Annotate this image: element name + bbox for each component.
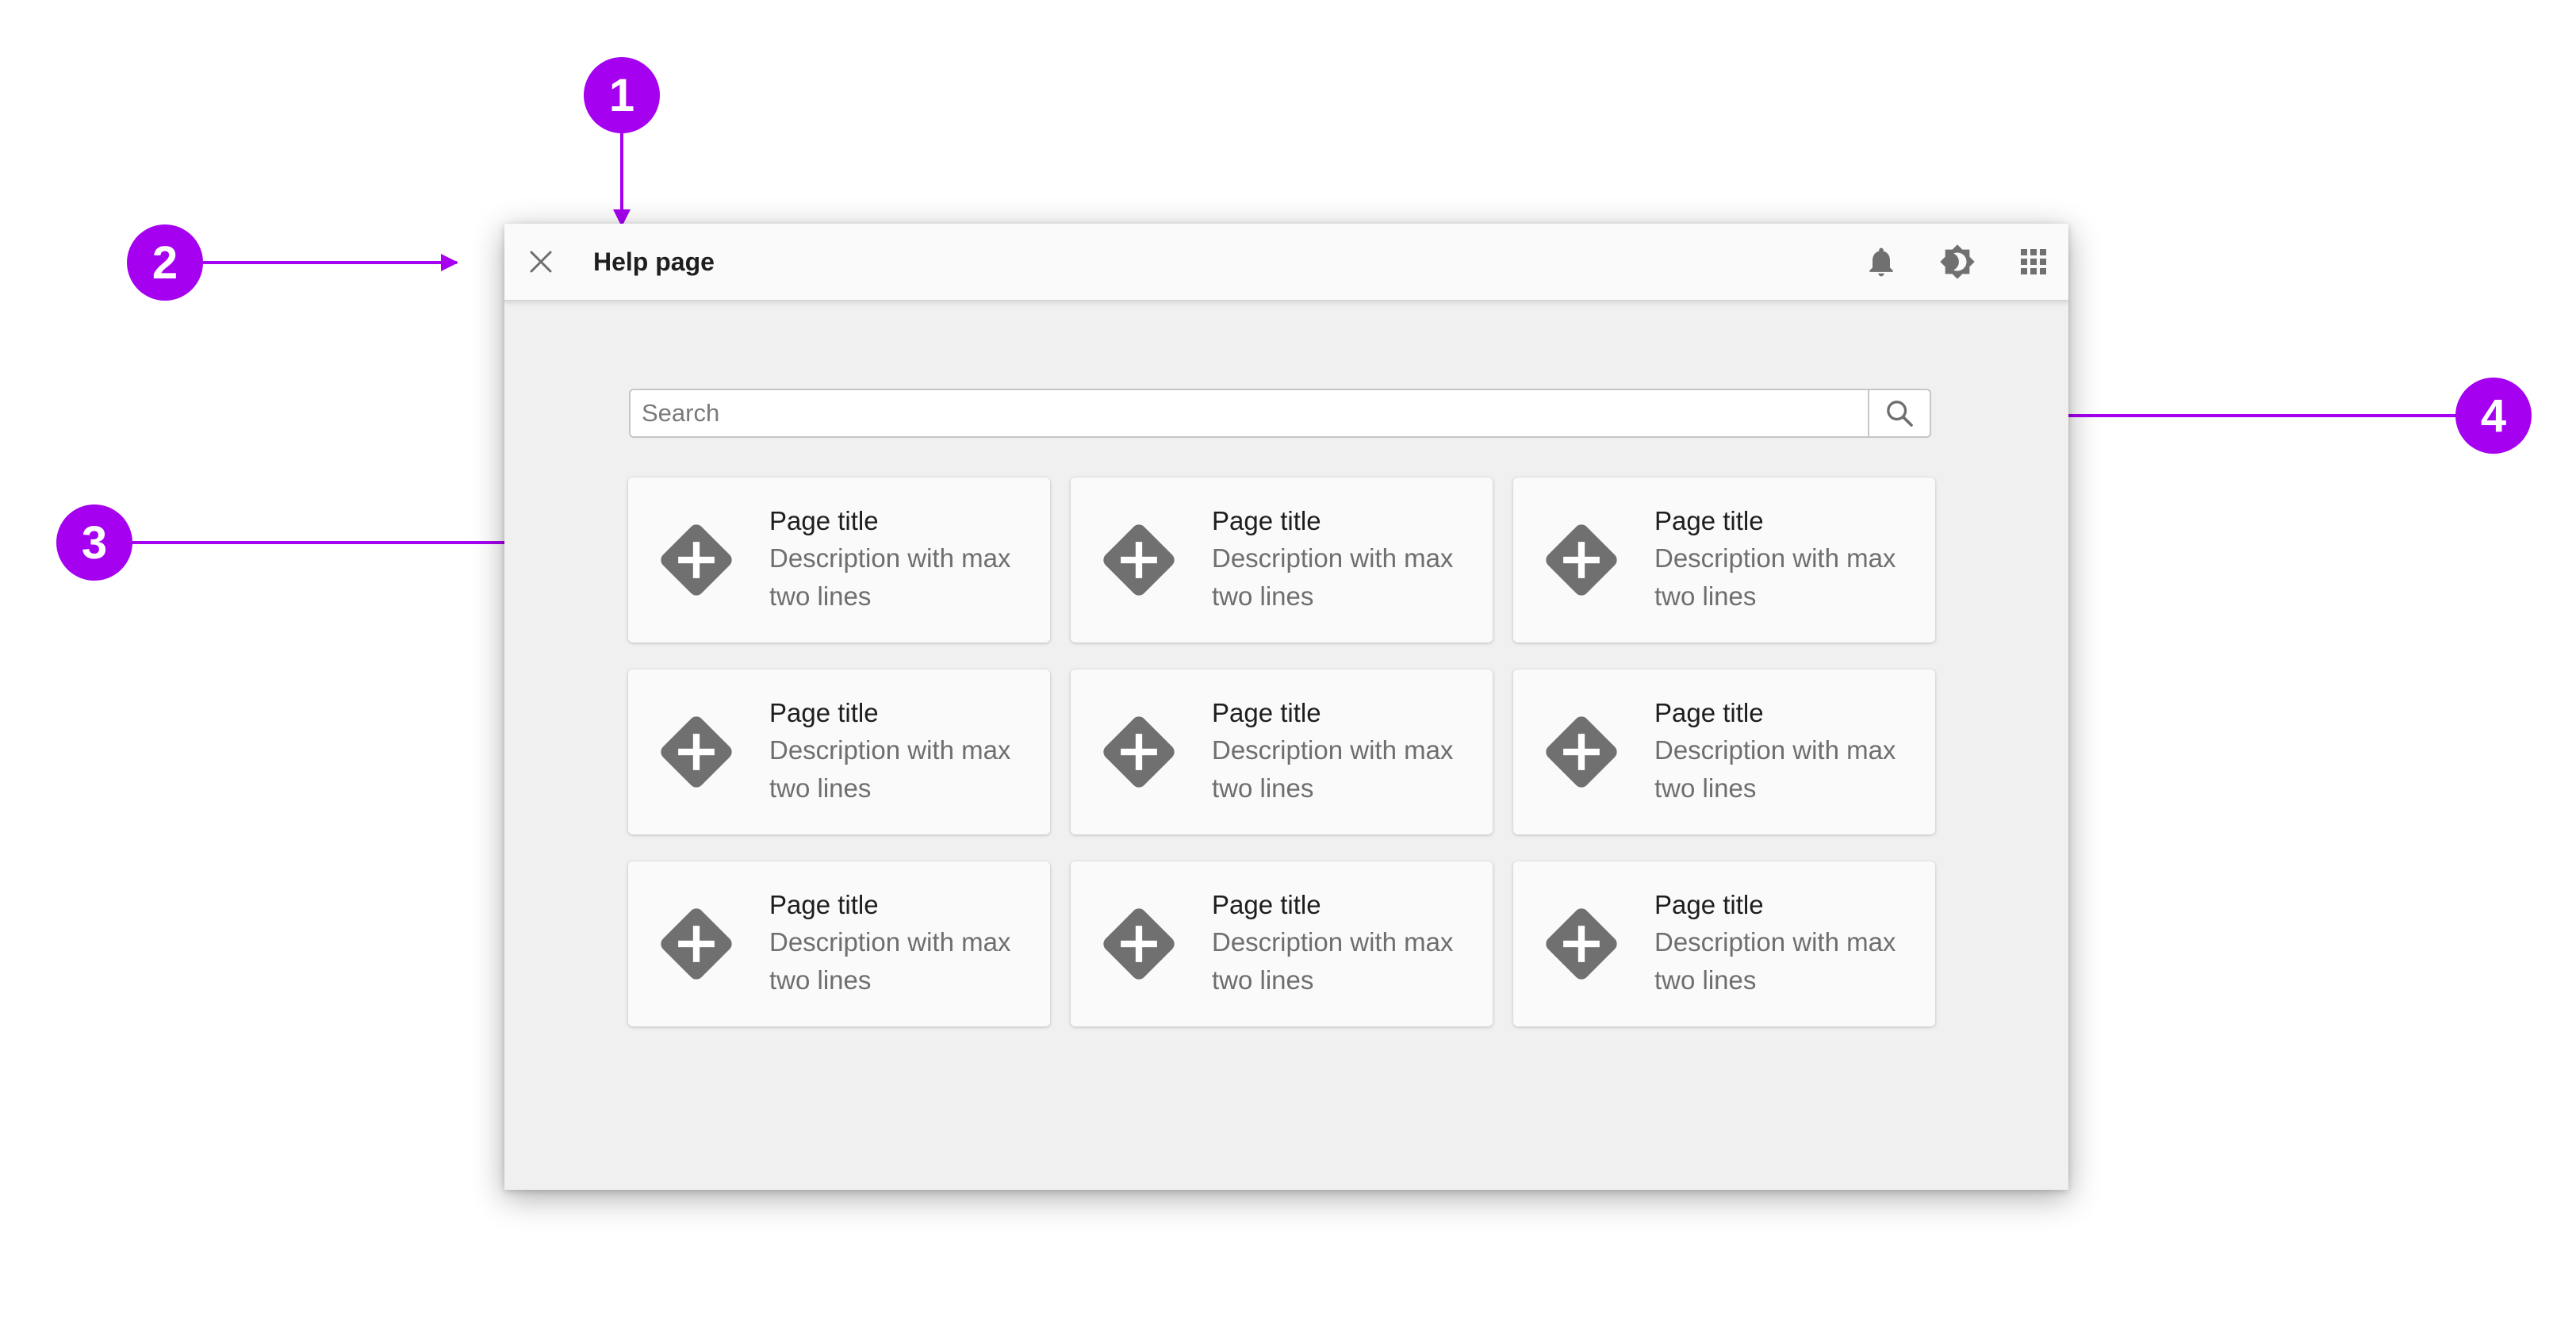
notifications-button[interactable]: [1861, 241, 1902, 282]
help-topic-tile[interactable]: Page title Description with max two line…: [1071, 861, 1493, 1026]
add-diamond-icon: [661, 716, 732, 788]
help-topic-tile[interactable]: Page title Description with max two line…: [1513, 669, 1935, 834]
tile-title: Page title: [1212, 506, 1321, 535]
callout-2-arrow: [203, 261, 457, 264]
help-topic-tile[interactable]: Page title Description with max two line…: [1513, 478, 1935, 642]
add-diamond-icon: [661, 908, 732, 980]
callout-3: 3: [56, 504, 132, 581]
app-bar: Help page: [504, 224, 2068, 301]
add-diamond-icon: [1546, 524, 1617, 596]
tile-description: Description with max two lines: [1654, 927, 1896, 995]
callout-3-arrow: [131, 541, 537, 544]
add-diamond-icon: [1546, 716, 1617, 788]
apps-grid-icon: [2021, 249, 2046, 274]
help-topic-tile[interactable]: Page title Description with max two line…: [1071, 669, 1493, 834]
tile-description: Description with max two lines: [769, 543, 1011, 611]
add-diamond-icon: [1546, 908, 1617, 980]
tile-description: Description with max two lines: [1654, 543, 1896, 611]
help-topic-tile[interactable]: Page title Description with max two line…: [1513, 861, 1935, 1026]
search-bar: [629, 389, 1931, 438]
callout-1-arrow: [620, 132, 623, 211]
search-icon: [1887, 401, 1913, 427]
help-topic-tile[interactable]: Page title Description with max two line…: [628, 669, 1050, 834]
add-diamond-icon: [661, 524, 732, 596]
tile-title: Page title: [1212, 698, 1321, 727]
tile-title: Page title: [769, 506, 879, 535]
tile-title: Page title: [769, 890, 879, 919]
tile-title: Page title: [1654, 890, 1764, 919]
brightness-icon: [1940, 244, 1975, 279]
callout-4: 4: [2455, 378, 2532, 454]
callout-2-arrowhead: [441, 254, 458, 271]
apps-button[interactable]: [2013, 241, 2054, 282]
tile-description: Description with max two lines: [1212, 735, 1454, 803]
callout-1: 1: [584, 57, 660, 133]
close-button[interactable]: [520, 241, 562, 282]
page-title: Help page: [593, 247, 715, 276]
tile-description: Description with max two lines: [769, 927, 1011, 995]
tile-title: Page title: [1654, 698, 1764, 727]
bell-icon: [1869, 247, 1893, 277]
search-input[interactable]: [631, 390, 1868, 436]
help-topic-tile[interactable]: Page title Description with max two line…: [1071, 478, 1493, 642]
add-diamond-icon: [1103, 716, 1175, 788]
help-topics-grid: Page title Description with max two line…: [628, 478, 1935, 1026]
tile-title: Page title: [1212, 890, 1321, 919]
tile-description: Description with max two lines: [1212, 543, 1454, 611]
help-page-window: Help page Search Page title Description …: [504, 224, 2068, 1190]
theme-toggle-button[interactable]: [1937, 241, 1978, 282]
tile-description: Description with max two lines: [1212, 927, 1454, 995]
search-button[interactable]: [1868, 390, 1930, 436]
tile-title: Page title: [769, 698, 879, 727]
add-diamond-icon: [1103, 524, 1175, 596]
help-topic-tile[interactable]: Page title Description with max two line…: [628, 861, 1050, 1026]
add-diamond-icon: [1103, 908, 1175, 980]
close-icon: [530, 251, 552, 273]
tile-title: Page title: [1654, 506, 1764, 535]
tile-description: Description with max two lines: [769, 735, 1011, 803]
callout-2: 2: [127, 224, 203, 301]
help-topic-tile[interactable]: Page title Description with max two line…: [628, 478, 1050, 642]
app-bar-actions: [1861, 241, 2054, 282]
tile-description: Description with max two lines: [1654, 735, 1896, 803]
